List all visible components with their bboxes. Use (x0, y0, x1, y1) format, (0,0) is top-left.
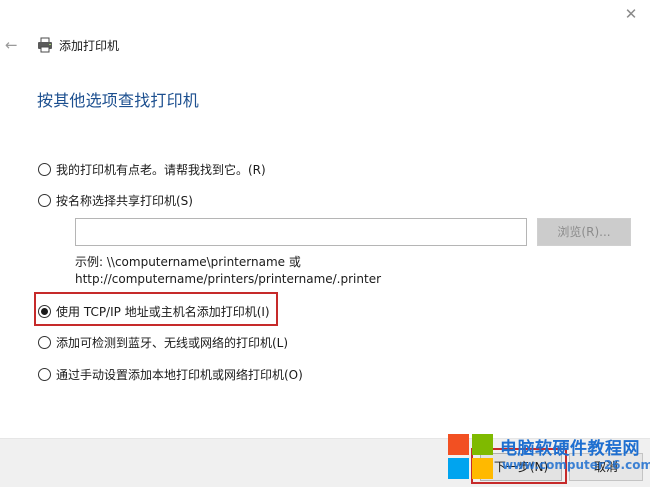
option-manual-setup[interactable]: 通过手动设置添加本地打印机或网络打印机(O) (38, 366, 303, 383)
watermark-text: 电脑软硬件教程网 (500, 439, 640, 459)
watermark: 电脑软硬件教程网 www.computer26.com (446, 424, 650, 484)
option-label: 通过手动设置添加本地打印机或网络打印机(O) (56, 368, 303, 382)
windows-logo-icon (448, 434, 493, 479)
watermark-url: www.computer26.com (502, 458, 650, 472)
browse-button[interactable]: 浏览(R)... (537, 218, 631, 246)
back-button[interactable]: ← (5, 35, 23, 55)
radio-tcpip[interactable] (38, 305, 51, 318)
option-bluetooth-wireless[interactable]: 添加可检测到蓝牙、无线或网络的打印机(L) (38, 334, 288, 351)
shared-printer-input[interactable] (75, 218, 527, 246)
example-line-1: 示例: \\computername\printername 或 (75, 255, 301, 269)
option-label: 我的打印机有点老。请帮我找到它。(R) (56, 163, 266, 177)
radio-manual-setup[interactable] (38, 368, 51, 381)
option-tcpip[interactable]: 使用 TCP/IP 地址或主机名添加打印机(I) (38, 303, 270, 320)
example-text: 示例: \\computername\printername 或 http://… (75, 254, 381, 288)
radio-old-printer[interactable] (38, 163, 51, 176)
back-arrow-icon: ← (5, 36, 18, 54)
page-heading: 按其他选项查找打印机 (37, 91, 200, 110)
option-label: 按名称选择共享打印机(S) (56, 194, 193, 208)
printer-icon (38, 37, 52, 53)
option-label: 添加可检测到蓝牙、无线或网络的打印机(L) (56, 336, 289, 350)
option-shared-printer[interactable]: 按名称选择共享打印机(S) (38, 192, 193, 209)
radio-shared-printer[interactable] (38, 194, 51, 207)
option-old-printer[interactable]: 我的打印机有点老。请帮我找到它。(R) (38, 161, 266, 178)
radio-bluetooth-wireless[interactable] (38, 336, 51, 349)
close-button[interactable]: ✕ (620, 4, 642, 24)
example-line-2: http://computername/printers/printername… (75, 272, 382, 286)
close-icon: ✕ (624, 5, 638, 23)
option-label: 使用 TCP/IP 地址或主机名添加打印机(I) (56, 305, 270, 319)
window-title: 添加打印机 (59, 39, 120, 53)
